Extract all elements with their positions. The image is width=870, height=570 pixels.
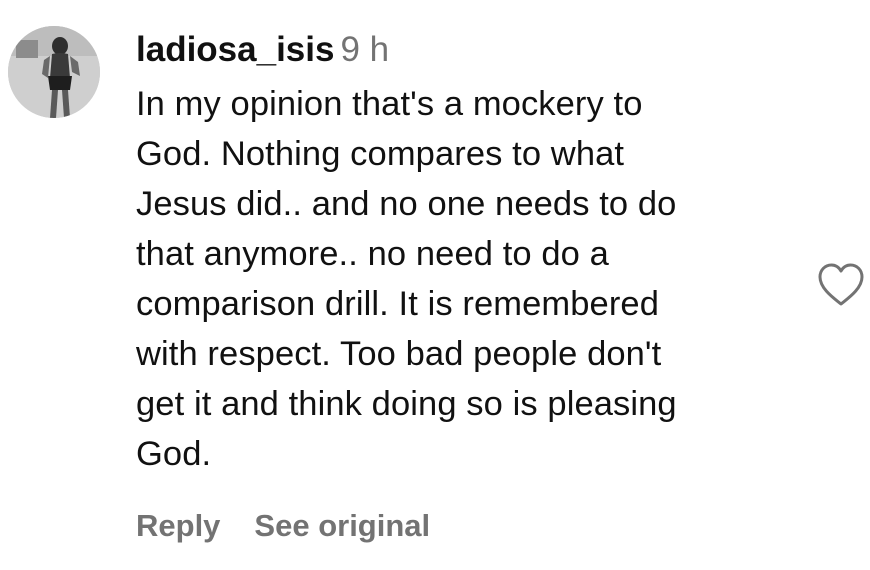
avatar[interactable]	[8, 26, 100, 118]
comment-text-line: In my opinion that's a mockery to	[136, 85, 643, 123]
comment-text-line: comparison drill. It is remembered	[136, 285, 659, 323]
comment: ladiosa_isis 9 h In my opinion that's a m…	[0, 0, 870, 570]
comment-header: ladiosa_isis 9 h	[136, 26, 796, 74]
heart-outline-icon	[818, 263, 864, 306]
comment-text-line: with respect. Too bad people don't	[136, 335, 662, 373]
comment-body: ladiosa_isis 9 h In my opinion that's a m…	[136, 26, 796, 479]
comment-text-line: God. Nothing compares to what	[136, 135, 625, 173]
reply-button[interactable]: Reply	[136, 508, 220, 543]
comment-text-line: God.	[136, 435, 212, 473]
username[interactable]: ladiosa_isis	[136, 30, 334, 69]
comment-text-line: that anymore.. no need to do a	[136, 235, 609, 273]
like-button[interactable]	[816, 262, 866, 308]
comment-text: In my opinion that's a mockery to God. N…	[136, 79, 796, 479]
comment-text-line: Jesus did.. and no one needs to do	[136, 185, 677, 223]
profile-photo	[8, 26, 100, 118]
comment-actions: Reply See original	[136, 508, 430, 544]
see-original-button[interactable]: See original	[254, 508, 430, 543]
comment-text-line: get it and think doing so is pleasing	[136, 385, 677, 423]
comment-time: 9 h	[340, 30, 390, 69]
